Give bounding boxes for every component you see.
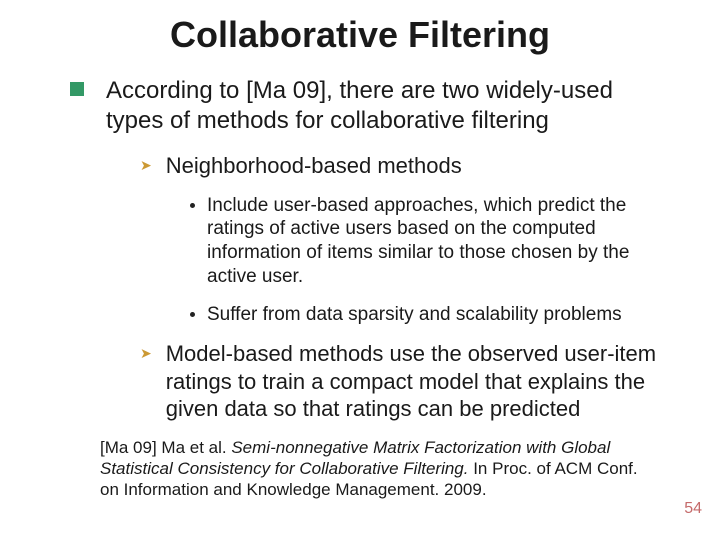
chevron-icon: ➤ [140, 157, 152, 174]
ref-lead: [Ma 09] Ma et al. [100, 438, 231, 457]
sub-list: ➤ Neighborhood-based methods [0, 152, 720, 180]
sub-item-1: ➤ Neighborhood-based methods [140, 152, 660, 180]
reference: [Ma 09] Ma et al. Semi-nonnegative Matri… [0, 437, 720, 501]
dot-icon [190, 203, 195, 208]
dot-item-1-text: Include user-based approaches, which pre… [207, 194, 660, 289]
sub-item-2-text: Model-based methods use the observed use… [166, 340, 660, 423]
page-number: 54 [684, 500, 702, 518]
chevron-icon: ➤ [140, 345, 152, 362]
sub-list-2: ➤ Model-based methods use the observed u… [0, 340, 720, 423]
sub-item-2: ➤ Model-based methods use the observed u… [140, 340, 660, 423]
main-bullet-row: According to [Ma 09], there are two wide… [0, 76, 720, 136]
dot-item-1: Include user-based approaches, which pre… [190, 194, 660, 289]
slide: Collaborative Filtering According to [Ma… [0, 0, 720, 540]
dot-item-2-text: Suffer from data sparsity and scalabilit… [207, 303, 622, 327]
dot-icon [190, 312, 195, 317]
main-bullet-text: According to [Ma 09], there are two wide… [106, 76, 660, 136]
dot-item-2: Suffer from data sparsity and scalabilit… [190, 303, 660, 327]
square-bullet-icon [70, 82, 84, 96]
dot-list: Include user-based approaches, which pre… [0, 194, 720, 327]
sub-item-1-text: Neighborhood-based methods [166, 152, 462, 180]
slide-title: Collaborative Filtering [0, 0, 720, 62]
